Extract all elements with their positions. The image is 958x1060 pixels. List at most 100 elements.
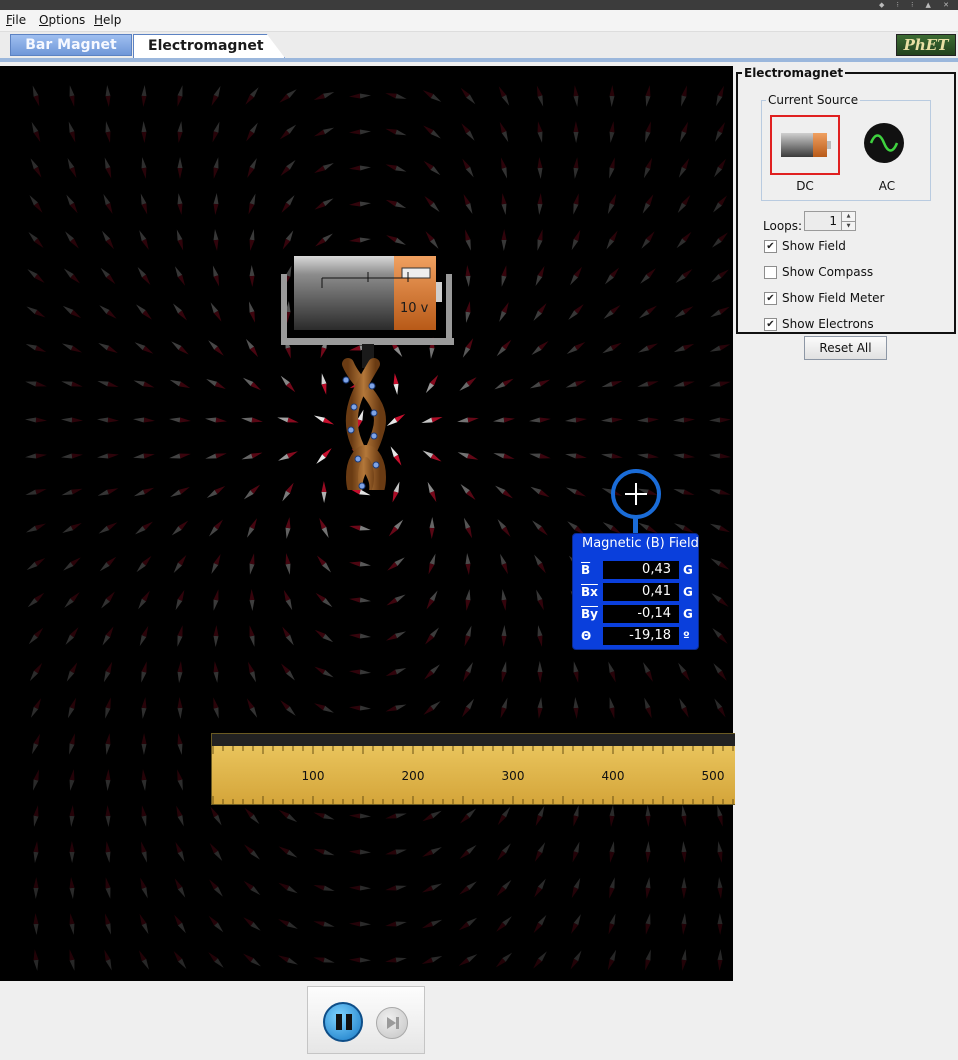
play-area[interactable]: 10 v bbox=[0, 66, 733, 981]
compass-needle bbox=[607, 193, 617, 215]
compass-needle bbox=[169, 379, 191, 389]
menu-help-hotkey: H bbox=[94, 13, 104, 27]
field-meter[interactable]: Magnetic (B) Field B 0,43 G Bx 0,41 G By… bbox=[572, 533, 699, 650]
ac-source-button[interactable] bbox=[862, 121, 906, 165]
reset-all-button[interactable]: Reset All bbox=[804, 336, 887, 360]
checkbox-box[interactable] bbox=[764, 266, 777, 279]
checkbox-box[interactable]: ✔ bbox=[764, 318, 777, 331]
compass-needle bbox=[676, 231, 692, 249]
compass-needle bbox=[385, 957, 407, 963]
compass-needle bbox=[136, 555, 152, 573]
compass-needle bbox=[496, 916, 512, 932]
tab-bar-magnet[interactable]: Bar Magnet bbox=[10, 34, 132, 56]
compass-needle bbox=[319, 518, 329, 538]
compass-needle bbox=[314, 703, 334, 713]
step-icon bbox=[387, 1017, 399, 1029]
compass-needle bbox=[349, 705, 371, 711]
ruler-label: 400 bbox=[602, 769, 625, 783]
compass-needle bbox=[244, 807, 260, 825]
compass-needle bbox=[711, 269, 729, 283]
compass-needle bbox=[141, 769, 147, 791]
menu-options[interactable]: Options bbox=[39, 13, 85, 27]
compass-needle bbox=[385, 813, 407, 819]
compass-needle bbox=[462, 158, 474, 178]
compass-needle bbox=[25, 343, 47, 353]
compass-needle bbox=[501, 229, 507, 251]
compass-needle bbox=[349, 669, 371, 675]
compass-needle bbox=[501, 589, 507, 611]
window-controls[interactable]: ◆ ⁝ ⁝ ▲ ✕ bbox=[879, 0, 954, 10]
compass-needle bbox=[534, 878, 546, 898]
step-button[interactable] bbox=[376, 1007, 408, 1039]
compass-needle bbox=[385, 164, 407, 172]
compass-needle bbox=[645, 841, 651, 863]
battery-cap bbox=[394, 256, 436, 330]
dc-source-button[interactable] bbox=[770, 115, 840, 175]
compass-needle bbox=[29, 662, 43, 682]
compass-needle bbox=[568, 304, 584, 320]
compass-needle bbox=[99, 556, 117, 572]
compass-needle bbox=[243, 953, 261, 967]
spin-up-icon[interactable]: ▲ bbox=[841, 212, 855, 221]
loops-value[interactable]: 1 bbox=[805, 212, 841, 230]
compass-needle bbox=[644, 697, 652, 719]
tab-electromagnet[interactable]: Electromagnet bbox=[133, 34, 285, 58]
compass-needle bbox=[141, 157, 147, 179]
compass-needle bbox=[248, 661, 256, 683]
compass-needle bbox=[69, 841, 75, 863]
compass-needle bbox=[349, 165, 371, 171]
compass-needle bbox=[349, 957, 371, 963]
compass-needle bbox=[493, 453, 515, 459]
compass-needle bbox=[206, 485, 226, 499]
compass-needle bbox=[499, 302, 509, 322]
compass-needle bbox=[570, 266, 582, 286]
battery-assembly[interactable]: 10 v bbox=[278, 252, 458, 490]
compass-needle bbox=[463, 193, 473, 215]
compass-needle bbox=[104, 913, 112, 935]
compass-needle bbox=[285, 553, 291, 575]
compass-needle bbox=[535, 805, 545, 827]
compass-needle bbox=[465, 553, 471, 575]
checkbox-box[interactable]: ✔ bbox=[764, 292, 777, 305]
compass-needle bbox=[609, 805, 615, 827]
spin-down-icon[interactable]: ▼ bbox=[841, 221, 855, 230]
loops-label: Loops: bbox=[763, 219, 803, 233]
compass-needle bbox=[709, 453, 731, 459]
compass-needle bbox=[501, 625, 507, 647]
compass-needle bbox=[139, 230, 149, 250]
loops-spinner[interactable]: 1 ▲ ▼ bbox=[804, 211, 856, 231]
battery-indicator bbox=[401, 267, 431, 279]
compass-needle bbox=[608, 913, 616, 935]
compass-needle bbox=[205, 453, 227, 459]
compass-needle bbox=[497, 806, 511, 826]
pause-button[interactable] bbox=[323, 1002, 363, 1042]
menu-file[interactable]: File bbox=[6, 13, 26, 27]
menu-help[interactable]: Help bbox=[94, 13, 121, 27]
compass-needle bbox=[105, 121, 111, 143]
dc-label: DC bbox=[796, 179, 814, 193]
compass-needle bbox=[61, 417, 83, 423]
compass-needle bbox=[102, 626, 114, 646]
compass-needle bbox=[533, 303, 547, 321]
compass-needle bbox=[500, 157, 508, 179]
ac-source-icon bbox=[864, 123, 904, 163]
compass-needle bbox=[678, 158, 690, 178]
checkbox-box[interactable]: ✔ bbox=[764, 240, 777, 253]
compass-needle bbox=[459, 844, 477, 860]
compass-needle bbox=[493, 417, 515, 423]
field-meter-probe[interactable] bbox=[611, 469, 661, 519]
compass-needle bbox=[529, 453, 551, 459]
compass-needle bbox=[349, 633, 371, 639]
compass-needle bbox=[31, 121, 41, 143]
compass-needle bbox=[457, 417, 479, 423]
compass-needle bbox=[69, 805, 75, 827]
compass-needle bbox=[423, 125, 441, 139]
compass-needle bbox=[315, 592, 333, 608]
compass-needle bbox=[135, 521, 153, 535]
compass-needle bbox=[496, 339, 512, 357]
compass-needle bbox=[421, 919, 443, 929]
compass-needle bbox=[681, 877, 687, 899]
compass-needle bbox=[573, 157, 579, 179]
compass-needle bbox=[713, 195, 727, 213]
compass-needle bbox=[100, 267, 116, 285]
